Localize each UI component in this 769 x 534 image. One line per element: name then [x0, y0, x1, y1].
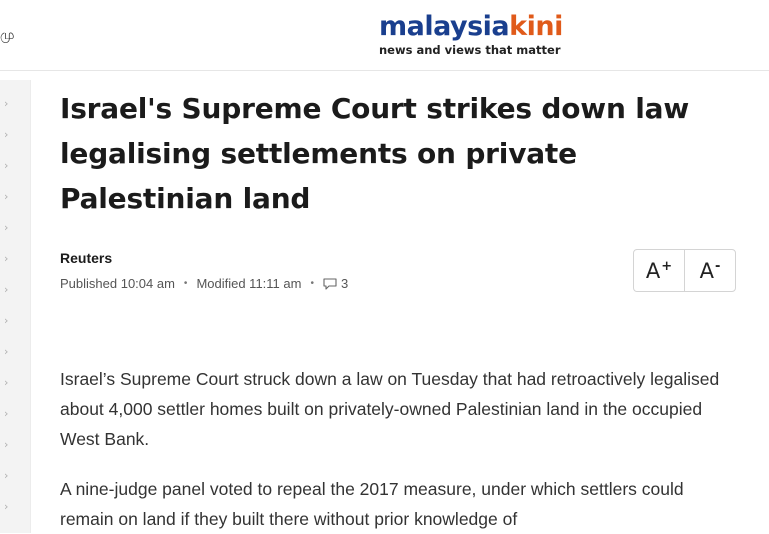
font-decrease-button[interactable]: A-	[684, 250, 735, 291]
site-logo[interactable]: malaysiakini news and views that matter	[379, 11, 563, 58]
sidebar-chevron-icon[interactable]: ›	[4, 345, 8, 358]
sidebar-chevron-icon[interactable]: ›	[4, 221, 8, 234]
article-meta: Published 10:04 am • Modified 11:11 am •…	[60, 276, 348, 291]
meta-separator: •	[183, 278, 188, 289]
sidebar-chevron-icon[interactable]: ›	[4, 159, 8, 172]
modified-time: Modified 11:11 am	[196, 276, 302, 291]
site-header: மு malaysiakini news and views that matt…	[0, 0, 769, 71]
sidebar-chevron-icon[interactable]: ›	[4, 97, 8, 110]
article-paragraph: A nine-judge panel voted to repeal the 2…	[60, 479, 684, 529]
sidebar-chevron-icon[interactable]: ›	[4, 500, 8, 513]
sidebar-chevron-icon[interactable]: ›	[4, 283, 8, 296]
comments-link[interactable]: 3	[323, 276, 348, 291]
font-increase-button[interactable]: A +	[634, 250, 684, 291]
font-size-controls: A + A-	[633, 249, 736, 292]
comment-icon	[323, 277, 337, 290]
sidebar-chevron-icon[interactable]: ›	[4, 469, 8, 482]
published-time: Published 10:04 am	[60, 276, 175, 291]
logo-text-primary: malaysia	[379, 11, 510, 42]
meta-separator: •	[310, 278, 314, 289]
sidebar-panel[interactable]: › › › › › › › › › › › › › ›	[0, 80, 31, 533]
logo-tagline: news and views that matter	[379, 43, 561, 57]
article-title: Israel's Supreme Court strikes down law …	[60, 92, 689, 215]
sidebar-chevron-icon[interactable]: ›	[4, 376, 8, 389]
sidebar-chevron-icon[interactable]: ›	[4, 128, 8, 141]
language-switch-link[interactable]: மு	[0, 28, 14, 44]
sidebar-chevron-icon[interactable]: ›	[4, 190, 8, 203]
article-paragraph: Israel’s Supreme Court struck down a law…	[60, 369, 720, 449]
sidebar-chevron-icon[interactable]: ›	[4, 252, 8, 265]
logo-text-accent: kini	[509, 11, 563, 42]
comment-count: 3	[340, 276, 349, 291]
article-author[interactable]: Reuters	[60, 250, 112, 266]
sidebar-chevron-icon[interactable]: ›	[4, 407, 8, 420]
sidebar-chevron-icon[interactable]: ›	[4, 438, 8, 451]
sidebar-chevron-icon[interactable]: ›	[4, 314, 8, 327]
